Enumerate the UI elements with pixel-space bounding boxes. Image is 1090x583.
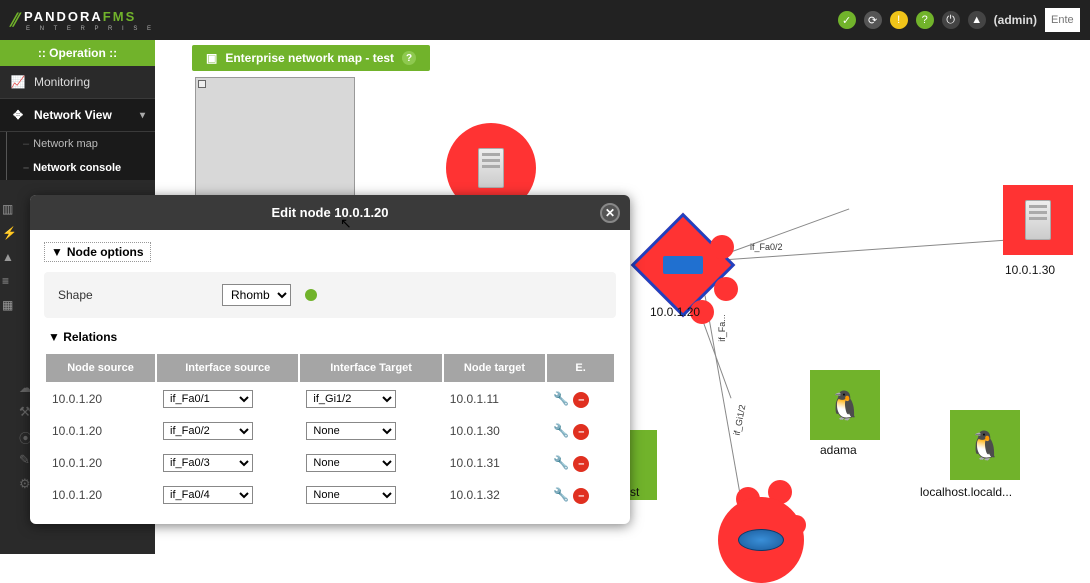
edit-icon[interactable]: 🔧 — [553, 391, 569, 406]
brand-icon: ⫽ — [10, 10, 18, 31]
col-node-target: Node target — [444, 354, 545, 382]
node-label: localhost.locald... — [920, 485, 1012, 499]
shape-label: Shape — [58, 288, 208, 302]
col-node-source: Node source — [46, 354, 155, 382]
person-icon[interactable]: ▲ — [2, 250, 16, 264]
node-label: st — [630, 485, 639, 499]
edge-label: if_Gi1/2 — [732, 404, 748, 436]
delete-icon[interactable]: – — [573, 456, 589, 472]
interface-target-select[interactable]: None — [306, 454, 396, 472]
grid-icon[interactable]: ▦ — [2, 298, 16, 312]
alert-icon[interactable]: ! — [890, 11, 908, 29]
sidebar-item-monitoring[interactable]: 📈 Monitoring — [0, 66, 155, 99]
sidebar-header: :: Operation :: — [0, 40, 155, 66]
node-port[interactable] — [710, 235, 734, 259]
chart-icon[interactable]: ▥ — [2, 202, 16, 216]
icon-strip-left: ▥ ⚡ ▲ ≡ ▦ — [0, 196, 18, 318]
monitoring-icon: 📈 — [10, 74, 26, 90]
chevron-down-icon: ▾ — [140, 110, 145, 121]
shape-field: Shape Rhomb — [44, 272, 616, 318]
edit-icon[interactable]: 🔧 — [553, 455, 569, 470]
sidebar-submenu: Network map Network console — [0, 132, 155, 180]
cell-node-target: 10.0.1.30 — [444, 416, 545, 446]
shape-select[interactable]: Rhomb — [222, 284, 291, 306]
cell-node-source: 10.0.1.20 — [46, 416, 155, 446]
refresh-icon[interactable]: ⟳ — [864, 11, 882, 29]
node-server-2[interactable] — [1003, 185, 1073, 255]
cell-node-source: 10.0.1.20 — [46, 384, 155, 414]
col-edit: E. — [547, 354, 614, 382]
topbar-actions: ✓ ⟳ ! ? ⏻ ▲ (admin) — [838, 8, 1080, 32]
delete-icon[interactable]: – — [573, 392, 589, 408]
penguin-icon: 🐧 — [828, 389, 863, 422]
interface-target-select[interactable]: None — [306, 486, 396, 504]
penguin-icon: 🐧 — [968, 429, 1003, 462]
server-icon — [478, 148, 504, 188]
relations-table: Node source Interface source Interface T… — [44, 352, 616, 512]
sidebar-item-network-view[interactable]: ✥ Network View ▾ — [0, 99, 155, 132]
cell-node-target: 10.0.1.11 — [444, 384, 545, 414]
network-view-icon: ✥ — [10, 107, 26, 123]
node-label: 10.0.1.20 — [650, 305, 700, 319]
server-icon — [1025, 200, 1051, 240]
node-adama[interactable]: 🐧 — [810, 370, 880, 440]
brand-logo: ⫽ PANDORAFMS E N T E R P R I S E — [10, 8, 155, 32]
close-icon[interactable]: ✕ — [600, 203, 620, 223]
edit-icon[interactable]: 🔧 — [553, 487, 569, 502]
power-icon[interactable]: ⏻ — [942, 11, 960, 29]
node-router[interactable] — [631, 213, 736, 318]
relations-toggle[interactable]: ▼ Relations — [48, 330, 616, 344]
list-icon[interactable]: ≡ — [2, 274, 16, 288]
status-ok-icon[interactable]: ✓ — [838, 11, 856, 29]
dialog-title-bar[interactable]: Edit node 10.0.1.20 ✕ — [30, 195, 630, 230]
sidebar-item-label: Network View — [34, 108, 112, 122]
router-icon — [738, 529, 784, 551]
sub-item-network-console[interactable]: Network console — [6, 156, 155, 180]
edge-label: if_Fa0/2 — [750, 242, 783, 252]
search-input[interactable] — [1045, 8, 1080, 32]
cell-node-source: 10.0.1.20 — [46, 448, 155, 478]
edit-node-dialog: Edit node 10.0.1.20 ✕ ▼ Node options Sha… — [30, 195, 630, 524]
router-icon — [663, 256, 703, 274]
col-interface-target: Interface Target — [300, 354, 441, 382]
help-icon[interactable]: ? — [916, 11, 934, 29]
bolt-icon[interactable]: ⚡ — [2, 226, 16, 240]
dialog-title: Edit node 10.0.1.20 — [271, 205, 388, 220]
delete-icon[interactable]: – — [573, 424, 589, 440]
brand-subtitle: E N T E R P R I S E — [26, 26, 155, 32]
brand-text: PANDORAFMS — [24, 9, 136, 24]
col-interface-source: Interface source — [157, 354, 298, 382]
sidebar-item-label: Monitoring — [34, 75, 90, 89]
interface-source-select[interactable]: if_Fa0/1 — [163, 390, 253, 408]
edge-label: if_Fa... — [717, 314, 727, 342]
cell-node-target: 10.0.1.31 — [444, 448, 545, 478]
table-row: 10.0.1.20 if_Fa0/3 None 10.0.1.31 🔧– — [46, 448, 614, 478]
edit-icon[interactable]: 🔧 — [553, 423, 569, 438]
sub-item-network-map[interactable]: Network map — [6, 132, 155, 156]
interface-source-select[interactable]: if_Fa0/3 — [163, 454, 253, 472]
node-label: adama — [820, 443, 857, 457]
cell-node-target: 10.0.1.32 — [444, 480, 545, 510]
top-bar: ⫽ PANDORAFMS E N T E R P R I S E ✓ ⟳ ! ?… — [0, 0, 1090, 40]
interface-target-select[interactable]: if_Gi1/2 — [306, 390, 396, 408]
node-label: 10.0.1.30 — [1005, 263, 1055, 277]
interface-target-select[interactable]: None — [306, 422, 396, 440]
node-options-toggle[interactable]: ▼ Node options — [44, 242, 151, 262]
current-user[interactable]: (admin) — [994, 13, 1037, 27]
dialog-body: ▼ Node options Shape Rhomb ▼ Relations N… — [30, 230, 630, 524]
table-row: 10.0.1.20 if_Fa0/1 if_Gi1/2 10.0.1.11 🔧– — [46, 384, 614, 414]
node-port[interactable] — [714, 277, 738, 301]
cell-node-source: 10.0.1.20 — [46, 480, 155, 510]
status-dot-icon — [305, 289, 317, 301]
interface-source-select[interactable]: if_Fa0/2 — [163, 422, 253, 440]
node-router-2[interactable] — [718, 497, 804, 583]
interface-source-select[interactable]: if_Fa0/4 — [163, 486, 253, 504]
delete-icon[interactable]: – — [573, 488, 589, 504]
table-row: 10.0.1.20 if_Fa0/4 None 10.0.1.32 🔧– — [46, 480, 614, 510]
table-row: 10.0.1.20 if_Fa0/2 None 10.0.1.30 🔧– — [46, 416, 614, 446]
user-icon[interactable]: ▲ — [968, 11, 986, 29]
node-localhost[interactable]: 🐧 — [950, 410, 1020, 480]
